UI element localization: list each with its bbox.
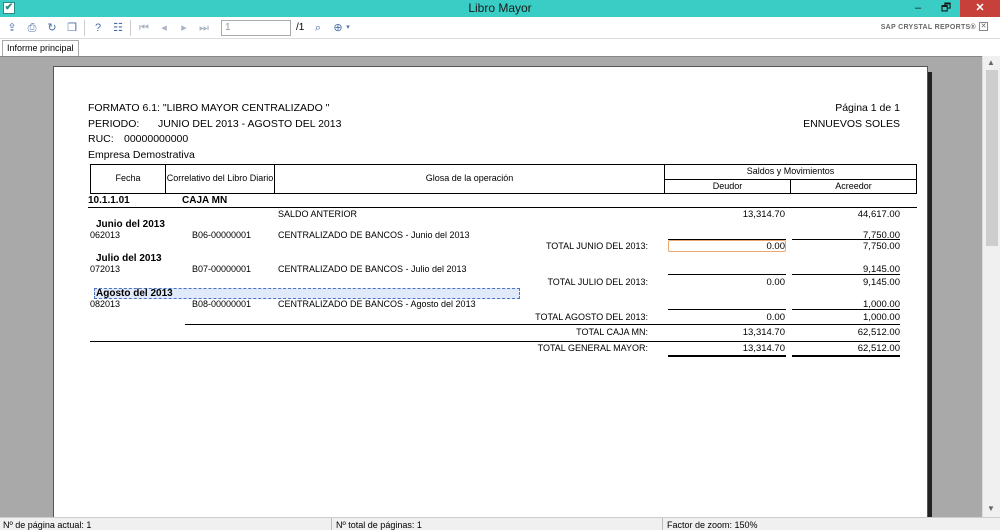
agosto-correlativo: B08-00000001 bbox=[192, 299, 252, 309]
print-icon[interactable]: ⎙ bbox=[24, 20, 40, 36]
page-shadow bbox=[928, 72, 932, 517]
find-icon[interactable]: ⌕ bbox=[310, 20, 326, 36]
moneda-label: ENNUEVOS SOLES bbox=[803, 118, 900, 130]
agosto-total-acreedor: 1,000.00 bbox=[863, 312, 900, 323]
cuenta-line bbox=[88, 207, 917, 208]
total-caja-deudor: 13,314.70 bbox=[742, 327, 785, 338]
junio-total-deudor: 0.00 bbox=[766, 241, 786, 252]
scroll-up-icon[interactable]: ▲ bbox=[987, 58, 995, 67]
periodo-label: PERIODO: bbox=[88, 118, 140, 130]
header-deudor: Deudor bbox=[712, 181, 743, 191]
total-caja-line bbox=[185, 324, 900, 325]
scroll-thumb[interactable] bbox=[986, 70, 998, 246]
total-general-deudor: 13,314.70 bbox=[742, 343, 785, 354]
page-total: /1 bbox=[296, 22, 305, 33]
toolbar: ⇪ ⎙ ↻ ❐ ? ☷ ⏮ ◂ ▸ ⏭ 1 /1 ⌕ ⊕ ▾ SAP CRYST… bbox=[0, 17, 1000, 39]
header-border bbox=[916, 164, 917, 194]
minimize-button[interactable]: – bbox=[904, 0, 932, 17]
saldo-anterior-deudor: 13,314.70 bbox=[742, 209, 785, 220]
agosto-total-label: TOTAL AGOSTO DEL 2013: bbox=[535, 312, 648, 322]
agosto-total-deudor: 0.00 bbox=[766, 312, 786, 323]
agosto-fecha: 082013 bbox=[90, 299, 121, 309]
title-bar: ✔ Libro Mayor – 🗗 ✕ bbox=[0, 0, 1000, 17]
export-icon[interactable]: ⇪ bbox=[4, 20, 20, 36]
header-correlativo: Correlativo del Libro Diario bbox=[166, 173, 274, 183]
julio-glosa: CENTRALIZADO DE BANCOS - Julio del 2013 bbox=[278, 264, 467, 274]
next-page-icon[interactable]: ▸ bbox=[176, 20, 192, 36]
header-top-line bbox=[90, 164, 917, 165]
cuenta-name: CAJA MN bbox=[182, 195, 228, 206]
julio-correlativo: B07-00000001 bbox=[192, 264, 252, 274]
total-general-double-line bbox=[668, 355, 786, 357]
help-icon[interactable]: ? bbox=[90, 20, 106, 36]
report-format: FORMATO 6.1: "LIBRO MAYOR CENTRALIZADO " bbox=[88, 102, 330, 114]
tab-strip: Informe principal bbox=[0, 39, 1000, 56]
group-tree-icon[interactable]: ☷ bbox=[110, 20, 126, 36]
junio-glosa: CENTRALIZADO DE BANCOS - Junio del 2013 bbox=[278, 230, 470, 240]
status-current-page: Nº de página actual: 1 bbox=[3, 520, 92, 530]
scroll-down-icon[interactable]: ▼ bbox=[987, 504, 995, 513]
cuenta-code: 10.1.1.01 bbox=[88, 195, 130, 206]
junio-correlativo: B06-00000001 bbox=[192, 230, 252, 240]
agosto-title: Agosto del 2013 bbox=[96, 288, 173, 299]
julio-subtotal-line bbox=[668, 274, 786, 275]
junio-subtotal-line bbox=[792, 239, 900, 240]
restore-button[interactable]: 🗗 bbox=[932, 0, 960, 17]
last-page-icon[interactable]: ⏭ bbox=[196, 20, 212, 36]
agosto-subtotal-line bbox=[668, 309, 786, 310]
julio-fecha: 072013 bbox=[90, 264, 121, 274]
header-fecha: Fecha bbox=[115, 173, 141, 183]
total-general-line bbox=[90, 341, 900, 342]
junio-title: Junio del 2013 bbox=[96, 219, 165, 230]
status-bar: Nº de página actual: 1 Nº total de págin… bbox=[0, 517, 1000, 530]
total-caja-label: TOTAL CAJA MN: bbox=[576, 327, 648, 337]
status-separator bbox=[331, 518, 332, 530]
julio-subtotal-line bbox=[792, 274, 900, 275]
header-glosa: Glosa de la operación bbox=[425, 173, 514, 183]
close-button[interactable]: ✕ bbox=[960, 0, 1000, 17]
first-page-icon[interactable]: ⏮ bbox=[136, 20, 152, 36]
saldo-anterior-label: SALDO ANTERIOR bbox=[278, 209, 358, 219]
junio-fecha: 062013 bbox=[90, 230, 121, 240]
total-general-acreedor: 62,512.00 bbox=[857, 343, 900, 354]
julio-title: Julio del 2013 bbox=[96, 253, 162, 264]
ruc-label: RUC: bbox=[88, 133, 114, 145]
previous-page-icon[interactable]: ◂ bbox=[156, 20, 172, 36]
header-bottom-line bbox=[90, 193, 917, 194]
status-separator bbox=[662, 518, 663, 530]
brand-close-icon[interactable]: ✕ bbox=[979, 22, 988, 31]
zoom-dropdown-icon[interactable]: ▾ bbox=[343, 20, 353, 36]
total-general-double-line bbox=[792, 355, 900, 357]
window-title: Libro Mayor bbox=[468, 1, 532, 15]
header-saldos: Saldos y Movimientos bbox=[746, 166, 835, 176]
julio-total-deudor: 0.00 bbox=[766, 277, 786, 288]
pagina-label: Página 1 de 1 bbox=[835, 102, 900, 114]
toolbar-separator bbox=[84, 20, 85, 36]
empresa-name: Empresa Demostrativa bbox=[88, 149, 195, 161]
report-page: FORMATO 6.1: "LIBRO MAYOR CENTRALIZADO "… bbox=[53, 66, 928, 517]
agosto-glosa: CENTRALIZADO DE BANCOS - Agosto del 2013 bbox=[278, 299, 476, 309]
agosto-subtotal-line bbox=[792, 309, 900, 310]
header-acreedor: Acreedor bbox=[835, 181, 872, 191]
page-number-input[interactable]: 1 bbox=[221, 20, 291, 36]
ruc-value: 00000000000 bbox=[124, 133, 189, 145]
junio-total-label: TOTAL JUNIO DEL 2013: bbox=[545, 241, 648, 251]
status-zoom: Factor de zoom: 150% bbox=[667, 520, 758, 530]
refresh-icon[interactable]: ↻ bbox=[44, 20, 60, 36]
tab-informe-principal[interactable]: Informe principal bbox=[2, 40, 79, 56]
total-caja-acreedor: 62,512.00 bbox=[857, 327, 900, 338]
total-general-label: TOTAL GENERAL MAYOR: bbox=[537, 343, 648, 353]
junio-total-acreedor: 7,750.00 bbox=[863, 241, 900, 252]
status-total-pages: Nº total de páginas: 1 bbox=[336, 520, 422, 530]
julio-total-label: TOTAL JULIO DEL 2013: bbox=[547, 277, 648, 287]
periodo-value: JUNIO DEL 2013 - AGOSTO DEL 2013 bbox=[158, 118, 342, 130]
saldo-anterior-acreedor: 44,617.00 bbox=[857, 209, 900, 220]
report-viewer[interactable]: FORMATO 6.1: "LIBRO MAYOR CENTRALIZADO "… bbox=[0, 56, 982, 517]
brand-label: SAP CRYSTAL REPORTS® bbox=[880, 24, 976, 31]
julio-total-acreedor: 9,145.00 bbox=[863, 277, 900, 288]
vertical-scrollbar[interactable]: ▲ ▼ bbox=[982, 56, 1000, 517]
copy-icon[interactable]: ❐ bbox=[64, 20, 80, 36]
toolbar-separator bbox=[130, 20, 131, 36]
